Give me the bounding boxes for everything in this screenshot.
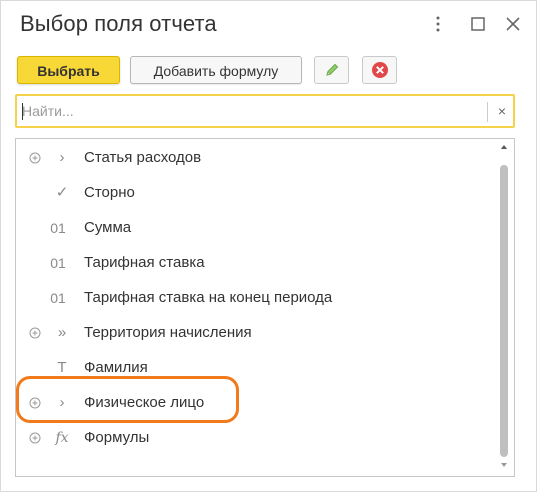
search-input[interactable] <box>20 98 484 124</box>
pencil-icon <box>325 63 338 76</box>
text-caret <box>22 103 23 120</box>
number-icon: 01 <box>50 290 66 306</box>
list-item-label: Сумма <box>84 219 132 236</box>
add-formula-button[interactable]: Добавить формулу <box>130 56 302 84</box>
close-icon[interactable] <box>504 15 522 33</box>
toolbar: Выбрать Добавить формулу <box>15 56 525 86</box>
delete-button[interactable] <box>362 56 397 84</box>
dialog-title: Выбор поля отчета <box>20 11 217 36</box>
expand-plus-icon[interactable] <box>29 327 41 339</box>
list-item-label: Фамилия <box>84 359 148 376</box>
chevron-right-icon: › <box>59 149 65 166</box>
list-item-label: Тарифная ставка <box>84 254 205 271</box>
expand-plus-icon[interactable] <box>29 152 41 164</box>
maximize-icon[interactable] <box>469 15 487 33</box>
text-type-icon: T <box>57 359 67 376</box>
delete-circle-icon <box>371 62 388 78</box>
expand-plus-icon[interactable] <box>29 432 41 444</box>
edit-button[interactable] <box>314 56 349 84</box>
double-chevron-right-icon: » <box>57 324 67 341</box>
list-item[interactable]: › Физическое лицо <box>16 386 496 421</box>
formula-icon: fx <box>55 430 69 446</box>
title-bar: Выбор поля отчета <box>1 1 536 49</box>
list-item[interactable]: 01 Тарифная ставка на конец периода <box>16 281 496 316</box>
scrollbar-thumb[interactable] <box>500 165 508 457</box>
list-item-label: Тарифная ставка на конец периода <box>84 289 333 306</box>
clear-search-icon[interactable]: × <box>493 100 511 122</box>
scroll-up-arrow[interactable] <box>501 145 507 149</box>
list-item-label: Физическое лицо <box>84 394 205 411</box>
list-item[interactable]: fx Формулы <box>16 421 496 456</box>
list-item[interactable]: 01 Тарифная ставка <box>16 246 496 281</box>
list-item[interactable]: › Статья расходов <box>16 141 496 176</box>
select-button[interactable]: Выбрать <box>17 56 120 84</box>
list-item[interactable]: ✓ Сторно <box>16 176 496 211</box>
search-divider <box>487 102 488 122</box>
number-icon: 01 <box>50 220 66 236</box>
list-item[interactable]: 01 Сумма <box>16 211 496 246</box>
search-box: × <box>15 94 515 128</box>
more-options-icon[interactable] <box>429 15 447 33</box>
report-field-dialog: Выбор поля отчета Выбрать Добавить форму… <box>0 0 537 492</box>
list-item[interactable]: T Фамилия <box>16 351 496 386</box>
scroll-down-arrow[interactable] <box>501 463 507 467</box>
chevron-right-icon: › <box>59 394 65 411</box>
list-item-label: Статья расходов <box>84 149 202 166</box>
number-icon: 01 <box>50 255 66 271</box>
list-item-label: Сторно <box>84 184 135 201</box>
expand-plus-icon[interactable] <box>29 397 41 409</box>
list-item-label: Территория начисления <box>84 324 252 341</box>
list-item-label: Формулы <box>84 429 150 446</box>
checkmark-icon: ✓ <box>55 184 69 201</box>
field-list[interactable]: › Статья расходов ✓ Сторно 01 Сумма 01 Тарифная… <box>15 138 515 477</box>
list-item[interactable]: » Территория начисления <box>16 316 496 351</box>
